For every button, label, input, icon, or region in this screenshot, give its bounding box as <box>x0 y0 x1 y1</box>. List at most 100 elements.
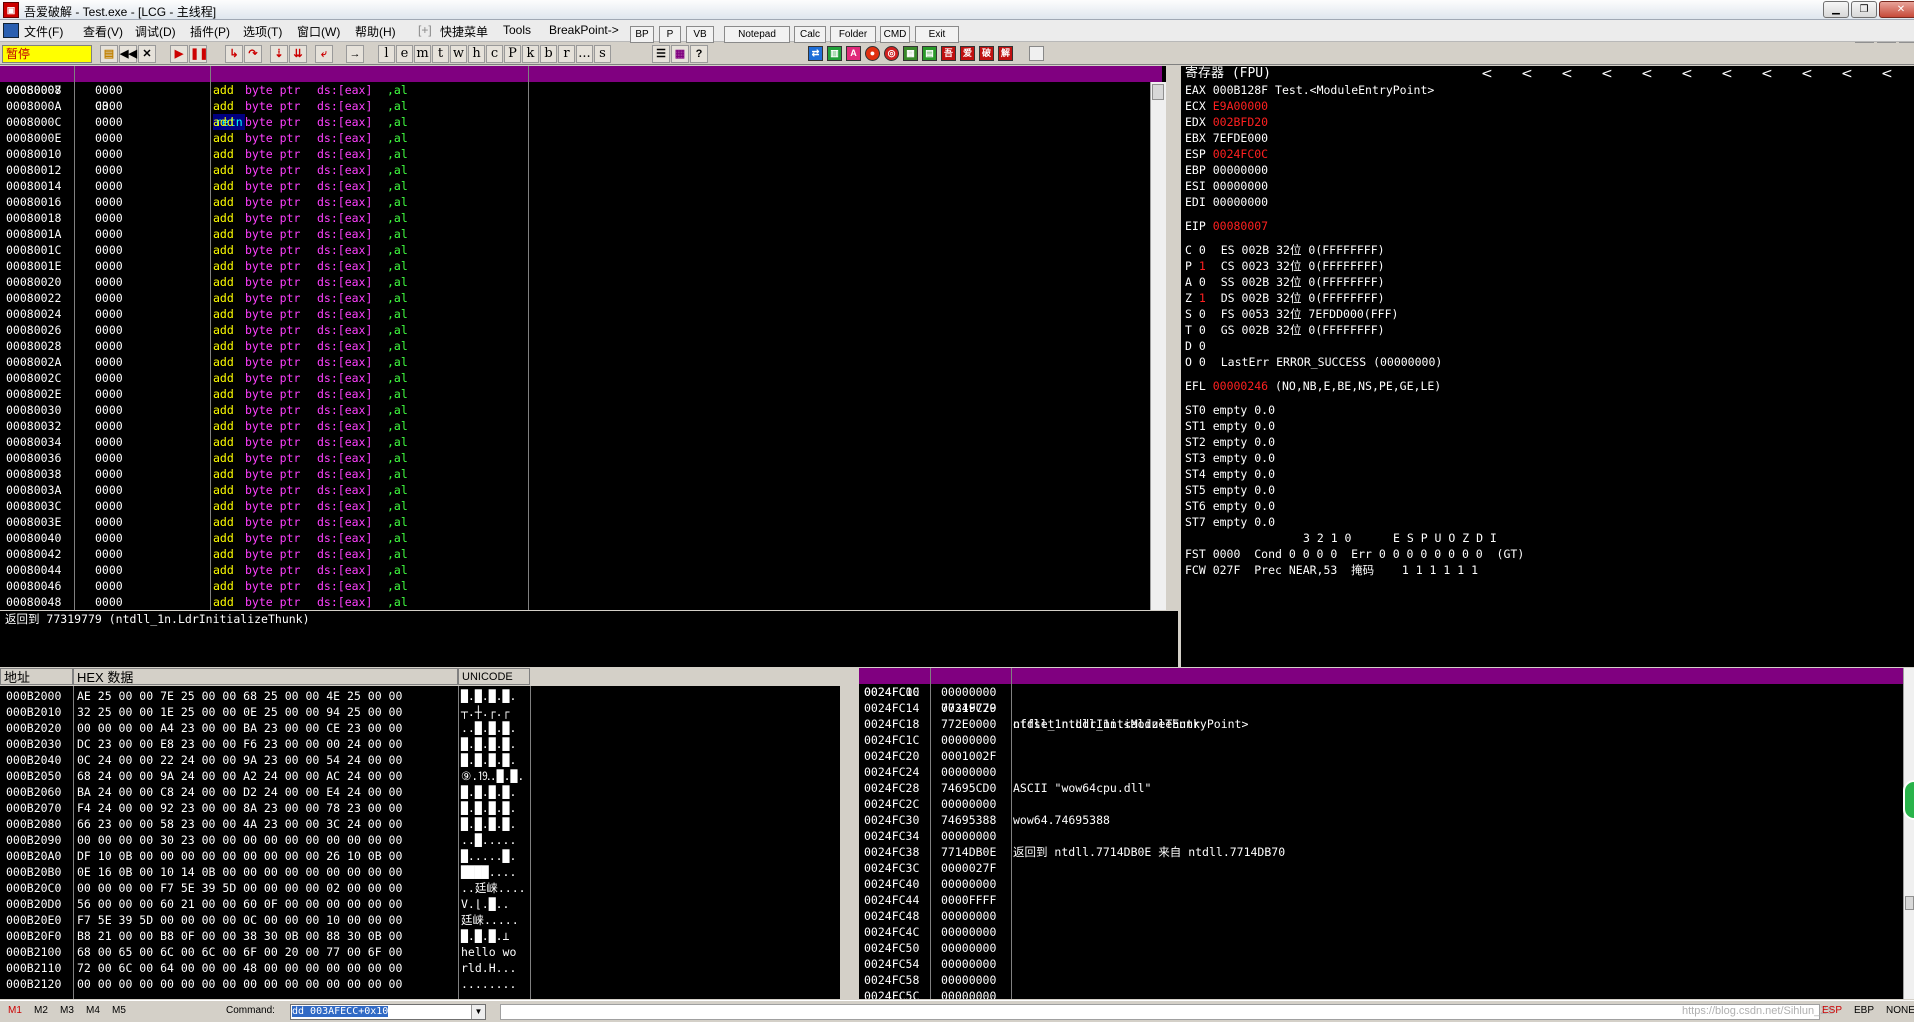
plugin-4-icon[interactable]: ● <box>865 46 880 61</box>
register-row[interactable]: ESP 0024FC0C <box>1185 146 1275 162</box>
disasm-row[interactable]: 0008001C 0000 add byte ptr ds:[eax] ,al <box>0 242 1150 258</box>
fpu-row[interactable]: ST2 empty 0.0 <box>1185 434 1275 450</box>
toolbar-window-button[interactable]: k <box>522 45 539 63</box>
disasm-row[interactable]: 00080032 0000 add byte ptr ds:[eax] ,al <box>0 418 1150 434</box>
stack-row[interactable]: 0024FC48 00000000 <box>859 908 1903 924</box>
dump-row[interactable]: 000B2010 32 25 00 00 1E 25 00 00 0E 25 00… <box>0 704 840 720</box>
command-input[interactable]: dd 003AFECC+0x10 <box>290 1004 486 1020</box>
stack-base-toggle[interactable]: ESP <box>1822 1005 1842 1016</box>
disasm-current-row[interactable]: 00080007 C3 retn <box>0 66 1162 130</box>
efl-row[interactable]: EFL 00000246 (NO,NB,E,BE,NS,PE,GE,LE) <box>1185 378 1441 394</box>
dump-row[interactable]: 000B2110 72 00 6C 00 64 00 00 00 48 00 00… <box>0 960 840 976</box>
plugin-10-icon[interactable]: 破 <box>979 46 994 61</box>
dump-row[interactable]: 000B20E0 F7 5E 39 5D 00 00 00 00 0C 00 00… <box>0 912 840 928</box>
stack-col-separator[interactable] <box>930 668 931 999</box>
stack-row[interactable]: 0024FC3C 0000027F <box>859 860 1903 876</box>
fpu-row[interactable]: ST7 empty 0.0 <box>1185 514 1275 530</box>
register-row[interactable]: EBX 7EFDE000 <box>1185 130 1275 146</box>
toolbar-window-button[interactable]: r <box>558 45 575 63</box>
stack-base-toggle[interactable]: NONE <box>1886 1005 1914 1016</box>
dump-row[interactable]: 000B2020 00 00 00 00 A4 23 00 00 BA 23 00… <box>0 720 840 736</box>
flag-row[interactable]: T 0 GS 002B 32位 0(FFFFFFFF) <box>1185 322 1385 338</box>
toolbar-window-button[interactable]: h <box>468 45 485 63</box>
fpu-row[interactable]: ST1 empty 0.0 <box>1185 418 1275 434</box>
disasm-row[interactable]: 00080018 0000 add byte ptr ds:[eax] ,al <box>0 210 1150 226</box>
disasm-row[interactable]: 00080048 0000 add byte ptr ds:[eax] ,al <box>0 594 1150 610</box>
toolbar-window-button[interactable]: s <box>594 45 611 63</box>
flag-row[interactable]: A 0 SS 002B 32位 0(FFFFFFFF) <box>1185 274 1385 290</box>
command-dropdown-icon[interactable]: ▼ <box>471 1005 485 1019</box>
pause-icon[interactable]: ❚❚ <box>189 45 208 63</box>
menu-item[interactable]: 文件(F) <box>24 23 63 40</box>
plugin-7-icon[interactable]: ▤ <box>922 46 937 61</box>
trace-over-icon[interactable]: ⇊ <box>289 45 307 63</box>
grid-view-icon[interactable]: ▦ <box>671 45 689 63</box>
disasm-row[interactable]: 00080046 0000 add byte ptr ds:[eax] ,al <box>0 578 1150 594</box>
stack-top-row[interactable]: 0024FC0C 77319779 ntdll_1n.LdrInitialize… <box>859 668 1903 731</box>
dump-row[interactable]: 000B20F0 B8 21 00 00 B8 0F 00 00 38 30 0B… <box>0 928 840 944</box>
memory-tab[interactable]: M2 <box>34 1005 48 1016</box>
dump-row[interactable]: 000B2040 0C 24 00 00 22 24 00 00 9A 23 00… <box>0 752 840 768</box>
flag-row[interactable]: O 0 LastErr ERROR_SUCCESS (00000000) <box>1185 354 1442 370</box>
disasm-row[interactable]: 00080034 0000 add byte ptr ds:[eax] ,al <box>0 434 1150 450</box>
disasm-row[interactable]: 0008001E 0000 add byte ptr ds:[eax] ,al <box>0 258 1150 274</box>
quick-button[interactable]: Calc <box>794 26 826 43</box>
disasm-row[interactable]: 00080010 0000 add byte ptr ds:[eax] ,al <box>0 146 1150 162</box>
disasm-row[interactable]: 0008000A 0000 add byte ptr ds:[eax] ,al <box>0 98 1150 114</box>
register-row[interactable]: ECX E9A00000 <box>1185 98 1275 114</box>
help-icon[interactable]: ? <box>690 45 708 63</box>
stack-row[interactable]: 0024FC54 00000000 <box>859 956 1903 972</box>
register-nav-arrow-icon[interactable]: < <box>1641 66 1653 82</box>
dump-row[interactable]: 000B2030 DC 23 00 00 E8 23 00 00 F6 23 00… <box>0 736 840 752</box>
list-view-icon[interactable]: ☰ <box>652 45 670 63</box>
disasm-row[interactable]: 0008000E 0000 add byte ptr ds:[eax] ,al <box>0 130 1150 146</box>
disasm-row[interactable]: 0008000C 0000 add byte ptr ds:[eax] ,al <box>0 114 1150 130</box>
disasm-row[interactable]: 0008002C 0000 add byte ptr ds:[eax] ,al <box>0 370 1150 386</box>
plugin-11-icon[interactable]: 解 <box>998 46 1013 61</box>
mdi-child-icon[interactable] <box>3 23 19 38</box>
register-row[interactable]: ESI 00000000 <box>1185 178 1275 194</box>
step-over-icon[interactable]: ↷ <box>244 45 262 63</box>
open-icon[interactable]: ▤ <box>100 45 118 63</box>
disasm-col-separator[interactable] <box>528 66 529 610</box>
plugin-6-icon[interactable]: ▦ <box>903 46 918 61</box>
info-pane[interactable]: 返回到 77319779 (ntdll_1n.LdrInitializeThun… <box>0 611 1178 667</box>
fpu-row[interactable]: ST4 empty 0.0 <box>1185 466 1275 482</box>
fst-row[interactable]: FST 0000 Cond 0 0 0 0 Err 0 0 0 0 0 0 0 … <box>1185 546 1524 562</box>
dump-row[interactable]: 000B20B0 0E 16 0B 00 10 14 0B 00 00 00 00… <box>0 864 840 880</box>
disasm-row[interactable]: 0008003A 0000 add byte ptr ds:[eax] ,al <box>0 482 1150 498</box>
flag-row[interactable]: D 0 <box>1185 338 1221 354</box>
dump-row[interactable]: 000B2090 00 00 00 00 30 23 00 00 00 00 00… <box>0 832 840 848</box>
dump-col-separator[interactable] <box>73 686 74 999</box>
menu-item[interactable]: 窗口(W) <box>297 23 340 40</box>
toolbar-window-button[interactable]: P <box>504 45 521 63</box>
disasm-row[interactable]: 0008002A 0000 add byte ptr ds:[eax] ,al <box>0 354 1150 370</box>
flag-row[interactable]: P 1 CS 0023 32位 0(FFFFFFFF) <box>1185 258 1385 274</box>
menu-item[interactable]: Tools <box>503 23 531 37</box>
menu-item[interactable]: BreakPoint-> <box>549 23 619 37</box>
fpu-row[interactable]: ST6 empty 0.0 <box>1185 498 1275 514</box>
disasm-row[interactable]: 00080026 0000 add byte ptr ds:[eax] ,al <box>0 322 1150 338</box>
floating-assistant-icon[interactable] <box>1903 780 1914 820</box>
flag-row[interactable]: Z 1 DS 002B 32位 0(FFFFFFFF) <box>1185 290 1385 306</box>
register-nav-arrow-icon[interactable]: < <box>1881 66 1893 82</box>
menu-item[interactable]: 选项(T) <box>243 23 282 40</box>
disasm-row[interactable]: 00080014 0000 add byte ptr ds:[eax] ,al <box>0 178 1150 194</box>
stack-row[interactable]: 0024FC14 0024FC20 <box>859 700 1903 716</box>
register-nav-arrow-icon[interactable]: < <box>1841 66 1853 82</box>
toolbar-window-button[interactable]: c <box>486 45 503 63</box>
trace-into-icon[interactable]: ⇣ <box>270 45 288 63</box>
stack-row[interactable]: 0024FC44 0000FFFF <box>859 892 1903 908</box>
dump-row[interactable]: 000B2060 BA 24 00 00 C8 24 00 00 D2 24 00… <box>0 784 840 800</box>
fpu-row[interactable]: ST0 empty 0.0 <box>1185 402 1275 418</box>
stack-row[interactable]: 0024FC58 00000000 <box>859 972 1903 988</box>
close-process-icon[interactable]: ✕ <box>138 45 156 63</box>
quick-button[interactable]: CMD <box>880 26 910 43</box>
fpu-row[interactable]: ST5 empty 0.0 <box>1185 482 1275 498</box>
register-nav-arrow-icon[interactable]: < <box>1521 66 1533 82</box>
disasm-row[interactable]: 00080042 0000 add byte ptr ds:[eax] ,al <box>0 546 1150 562</box>
memory-tab[interactable]: M5 <box>112 1005 126 1016</box>
dump-header-address[interactable]: 地址 <box>0 668 73 685</box>
disasm-col-separator[interactable] <box>74 66 75 610</box>
dump-row[interactable]: 000B2050 68 24 00 00 9A 24 00 00 A2 24 00… <box>0 768 840 784</box>
